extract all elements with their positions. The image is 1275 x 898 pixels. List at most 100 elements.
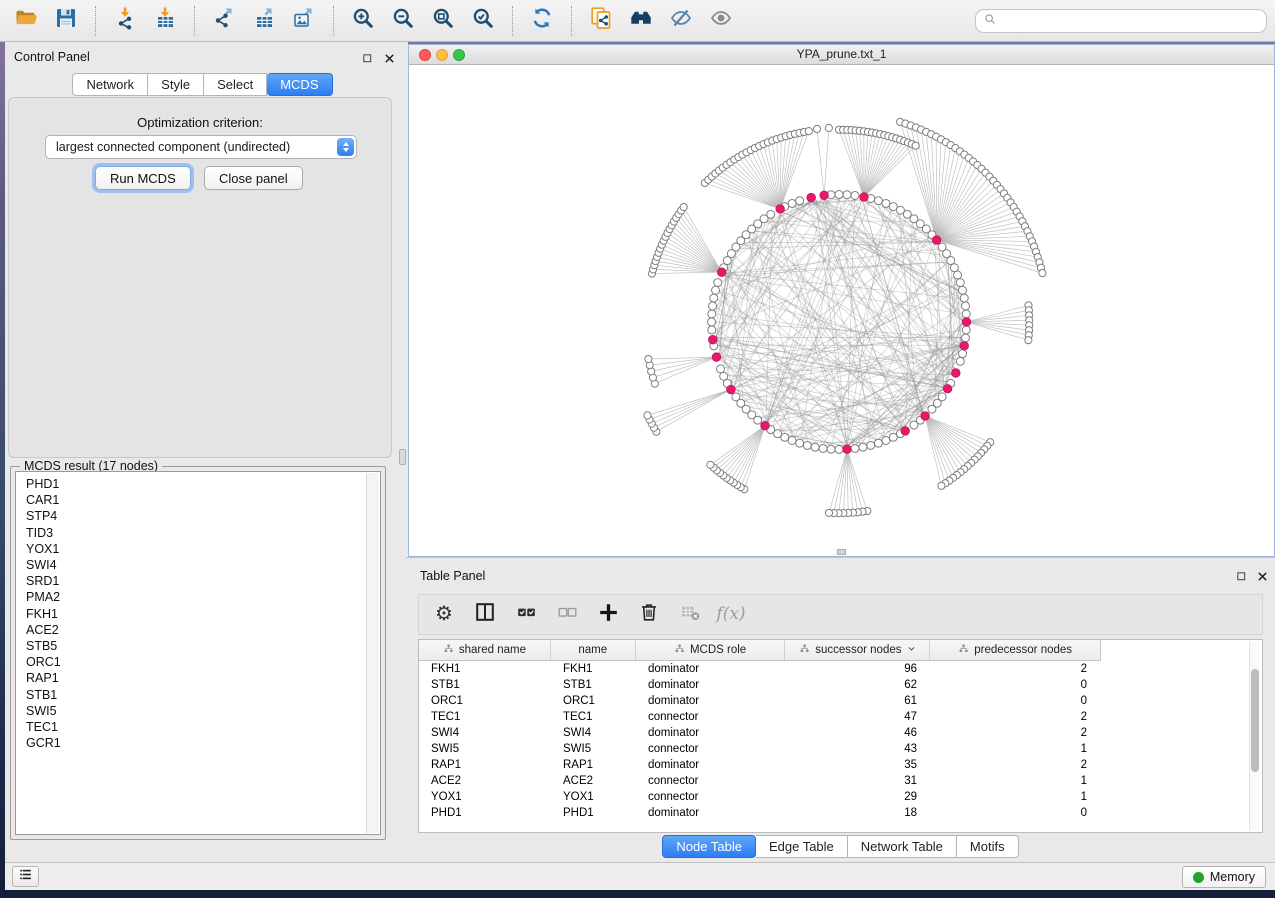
- column-header-predecessor-nodes[interactable]: predecessor nodes: [930, 640, 1100, 660]
- mcds-node-item[interactable]: TID3: [26, 525, 380, 541]
- memory-button[interactable]: Memory: [1182, 866, 1266, 888]
- network-splitter-handle[interactable]: [837, 549, 846, 555]
- tab-style[interactable]: Style: [148, 73, 204, 96]
- search-field[interactable]: [975, 9, 1267, 33]
- network-window-titlebar[interactable]: YPA_prune.txt_1: [409, 45, 1274, 65]
- tab-network-table[interactable]: Network Table: [848, 835, 957, 858]
- binoculars-button[interactable]: [624, 4, 658, 38]
- eye-button[interactable]: [704, 4, 738, 38]
- close-traffic-light[interactable]: [419, 49, 431, 61]
- tab-edge-table[interactable]: Edge Table: [756, 835, 848, 858]
- cell-shared-name: YOX1: [419, 791, 551, 803]
- export-image-icon: [292, 6, 316, 35]
- zoom-in-button[interactable]: [346, 4, 380, 38]
- network-view-frame: YPA_prune.txt_1: [408, 44, 1275, 557]
- delete-row-button[interactable]: [636, 602, 662, 628]
- mcds-node-item[interactable]: YOX1: [26, 541, 380, 557]
- table-row[interactable]: ACE2ACE2connector311: [419, 773, 1262, 789]
- float-window-icon[interactable]: [360, 51, 374, 65]
- column-layout-icon: [474, 601, 496, 628]
- table-row[interactable]: SWI5SWI5connector431: [419, 741, 1262, 757]
- column-header-mcds-role[interactable]: MCDS role: [636, 640, 786, 660]
- float-table-panel-icon[interactable]: [1234, 569, 1248, 583]
- cell-successor-nodes: 35: [786, 759, 931, 771]
- network-canvas[interactable]: [409, 65, 1274, 556]
- search-input[interactable]: [1002, 14, 1266, 28]
- select-all-button[interactable]: [513, 602, 539, 628]
- refresh-button[interactable]: [525, 4, 559, 38]
- table-row[interactable]: PHD1PHD1dominator180: [419, 805, 1262, 821]
- vertical-splitter-handle[interactable]: [399, 449, 406, 465]
- deselect-all-button[interactable]: [554, 602, 580, 628]
- mcds-node-item[interactable]: SWI5: [26, 703, 380, 719]
- run-mcds-button[interactable]: Run MCDS: [95, 166, 191, 190]
- mcds-node-item[interactable]: STB5: [26, 638, 380, 654]
- tab-motifs[interactable]: Motifs: [957, 835, 1019, 858]
- table-row[interactable]: STB1STB1dominator620: [419, 677, 1262, 693]
- mcds-node-item[interactable]: TEC1: [26, 719, 380, 735]
- table-row[interactable]: ORC1ORC1dominator610: [419, 693, 1262, 709]
- close-table-panel-icon[interactable]: [1255, 569, 1269, 583]
- table-row[interactable]: FKH1FKH1dominator962: [419, 661, 1262, 677]
- import-table-button[interactable]: [148, 4, 182, 38]
- mcds-node-item[interactable]: PHD1: [26, 476, 380, 492]
- table-scrollbar-thumb[interactable]: [1251, 669, 1259, 772]
- close-panel-icon[interactable]: [382, 51, 396, 65]
- optimization-criterion-dropdown[interactable]: largest connected component (undirected): [45, 135, 357, 159]
- tab-select[interactable]: Select: [204, 73, 267, 96]
- table-row[interactable]: SWI4SWI4dominator462: [419, 725, 1262, 741]
- table-scrollbar[interactable]: [1249, 642, 1260, 830]
- mcds-node-item[interactable]: ACE2: [26, 622, 380, 638]
- column-header-shared-name[interactable]: shared name: [419, 640, 551, 660]
- zoom-fit-button[interactable]: [426, 4, 460, 38]
- mcds-node-item[interactable]: RAP1: [26, 670, 380, 686]
- mcds-node-item[interactable]: ORC1: [26, 654, 380, 670]
- toolbar-separator: [194, 6, 195, 36]
- zoom-selected-button[interactable]: [466, 4, 500, 38]
- table-row[interactable]: YOX1YOX1connector291: [419, 789, 1262, 805]
- save-session-button[interactable]: [49, 4, 83, 38]
- tab-mcds[interactable]: MCDS: [267, 73, 332, 96]
- mcds-result-list[interactable]: PHD1CAR1STP4TID3YOX1SWI4SRD1PMA2FKH1ACE2…: [15, 471, 381, 835]
- mcds-node-item[interactable]: SRD1: [26, 573, 380, 589]
- mcds-node-item[interactable]: STP4: [26, 508, 380, 524]
- column-header-successor-nodes[interactable]: successor nodes: [785, 640, 930, 660]
- cell-name: TEC1: [551, 711, 636, 723]
- mcds-node-item[interactable]: STB1: [26, 687, 380, 703]
- export-table-button[interactable]: [247, 4, 281, 38]
- table-row[interactable]: RAP1RAP1dominator352: [419, 757, 1262, 773]
- tab-network[interactable]: Network: [72, 73, 148, 96]
- mcds-result-groupbox: MCDS result (17 nodes) PHD1CAR1STP4TID3Y…: [10, 466, 386, 840]
- tab-node-table[interactable]: Node Table: [662, 835, 756, 858]
- import-network-button[interactable]: [108, 4, 142, 38]
- mcds-list-scrollbar[interactable]: [366, 473, 379, 833]
- export-network-button[interactable]: [207, 4, 241, 38]
- binoculars-icon: [629, 6, 653, 35]
- export-image-button[interactable]: [287, 4, 321, 38]
- table-row[interactable]: TEC1TEC1connector472: [419, 709, 1262, 725]
- mcds-node-item[interactable]: GCR1: [26, 735, 380, 751]
- status-menu-button[interactable]: [12, 866, 39, 887]
- zoom-fit-icon: [431, 6, 455, 35]
- open-session-button[interactable]: [9, 4, 43, 38]
- share-document-button[interactable]: [584, 4, 618, 38]
- shared-column-icon: [799, 643, 810, 657]
- zoom-out-button[interactable]: [386, 4, 420, 38]
- eye-hidden-button[interactable]: [664, 4, 698, 38]
- settings-gear-button[interactable]: ⚙: [431, 602, 457, 628]
- mcds-node-item[interactable]: CAR1: [26, 492, 380, 508]
- mcds-node-item[interactable]: PMA2: [26, 589, 380, 605]
- maximize-traffic-light[interactable]: [453, 49, 465, 61]
- mcds-node-item[interactable]: SWI4: [26, 557, 380, 573]
- column-layout-button[interactable]: [472, 602, 498, 628]
- cell-predecessor-nodes: 2: [931, 663, 1101, 675]
- mcds-node-item[interactable]: FKH1: [26, 606, 380, 622]
- add-row-button[interactable]: [595, 602, 621, 628]
- column-header-name[interactable]: name: [551, 640, 636, 660]
- network-graph[interactable]: [409, 65, 1274, 556]
- close-panel-button[interactable]: Close panel: [204, 166, 303, 190]
- share-document-icon: [589, 6, 613, 35]
- shared-column-icon: [958, 643, 969, 657]
- cell-name: SWI4: [551, 727, 636, 739]
- minimize-traffic-light[interactable]: [436, 49, 448, 61]
